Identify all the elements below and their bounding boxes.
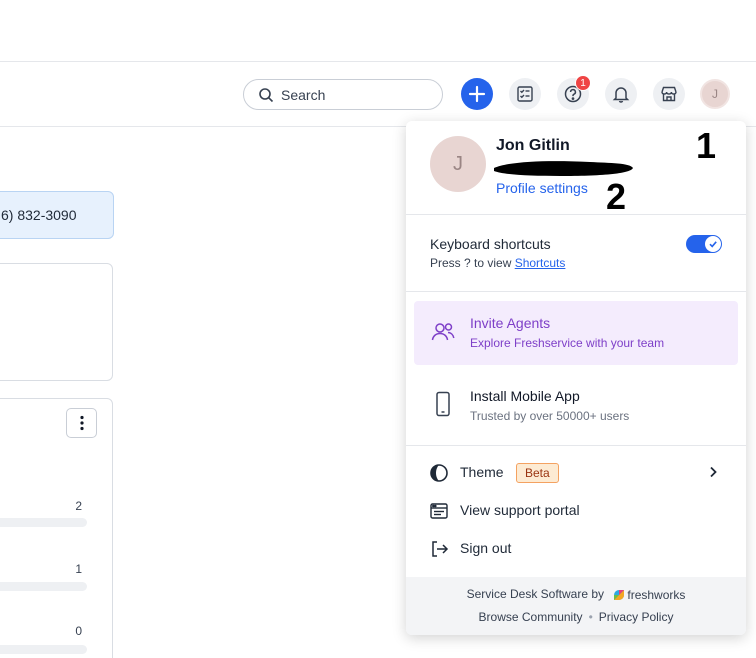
footer-branding: Service Desk Software by freshworks (406, 587, 746, 602)
store-button[interactable] (653, 78, 685, 110)
freshworks-wordmark: freshworks (627, 587, 686, 602)
annotation-number: 2 (606, 176, 627, 217)
view-support-portal-label: View support portal (460, 502, 580, 518)
info-card (0, 263, 113, 381)
user-avatar-button[interactable]: J (700, 79, 730, 109)
dot-separator: • (588, 610, 593, 624)
notification-badge: 1 (575, 75, 591, 91)
bell-icon (612, 87, 630, 103)
hint-text: Press ? to view (430, 256, 515, 270)
profile-dropdown: J Jon Gitlin Profile settings 1 2 Keyboa… (406, 121, 746, 635)
dropdown-footer: Service Desk Software by freshworks Brow… (406, 577, 746, 635)
people-icon (431, 323, 455, 341)
theme-icon (430, 464, 448, 482)
store-icon (661, 86, 677, 102)
chevron-right-icon (710, 466, 717, 478)
freshworks-logo[interactable]: freshworks (613, 588, 685, 602)
profile-settings-link[interactable]: Profile settings (496, 180, 588, 196)
install-mobile-app-item[interactable]: Install Mobile App Trusted by over 50000… (414, 374, 738, 434)
view-support-portal-item[interactable]: View support portal (406, 495, 746, 525)
plus-icon (468, 85, 486, 103)
sign-out-item[interactable]: Sign out (406, 533, 746, 563)
beta-badge: Beta (516, 463, 559, 483)
stat-bar (0, 645, 87, 654)
search-icon (259, 87, 274, 102)
more-options-button[interactable] (66, 408, 97, 438)
shortcuts-link[interactable]: Shortcuts (515, 256, 566, 270)
new-item-button[interactable] (461, 78, 493, 110)
notifications-button[interactable] (605, 78, 637, 110)
contact-phone-card: 6) 832-3090 (0, 191, 114, 239)
browse-community-link[interactable]: Browse Community (479, 610, 583, 624)
tasks-button[interactable] (509, 78, 541, 110)
invite-agents-item[interactable]: Invite Agents Explore Freshservice with … (414, 301, 738, 365)
divider (406, 214, 746, 215)
stat-count: 1 (75, 562, 82, 576)
sign-out-icon (432, 541, 449, 557)
keyboard-shortcuts-hint: Press ? to view Shortcuts (430, 256, 565, 270)
user-name: Jon Gitlin (496, 137, 570, 154)
footer-links: Browse Community • Privacy Policy (406, 610, 746, 624)
invite-agents-title: Invite Agents (470, 315, 551, 331)
theme-label: Theme (460, 464, 504, 480)
mobile-phone-icon (436, 391, 450, 417)
portal-icon (430, 503, 448, 519)
stats-card (0, 398, 113, 658)
stat-count: 2 (75, 499, 82, 513)
invite-agents-subtitle: Explore Freshservice with your team (470, 336, 665, 350)
annotation-number: 1 (696, 125, 717, 166)
install-mobile-app-subtitle: Trusted by over 50000+ users (470, 409, 630, 423)
profile-avatar: J (430, 136, 486, 192)
check-icon (709, 241, 717, 248)
keyboard-shortcuts-label: Keyboard shortcuts (430, 236, 551, 252)
search-box[interactable]: Search (243, 79, 443, 110)
toggle-knob (705, 236, 721, 252)
stat-bar (0, 582, 87, 591)
stat-bar (0, 518, 87, 527)
freshworks-logo-icon (614, 589, 625, 600)
privacy-policy-link[interactable]: Privacy Policy (599, 610, 674, 624)
help-button[interactable]: 1 (557, 75, 591, 110)
checklist-icon (517, 86, 533, 102)
service-desk-text: Service Desk Software by (466, 587, 605, 601)
keyboard-shortcuts-toggle[interactable] (686, 235, 722, 253)
install-mobile-app-title: Install Mobile App (470, 388, 580, 404)
phone-number: 6) 832-3090 (1, 207, 77, 223)
stat-count: 0 (75, 624, 82, 638)
sign-out-label: Sign out (460, 540, 512, 556)
divider (406, 445, 746, 446)
top-band (0, 0, 756, 62)
divider (406, 291, 746, 292)
kebab-icon (79, 415, 84, 431)
theme-menu-item[interactable]: Theme Beta (406, 457, 746, 487)
search-placeholder: Search (281, 86, 326, 103)
